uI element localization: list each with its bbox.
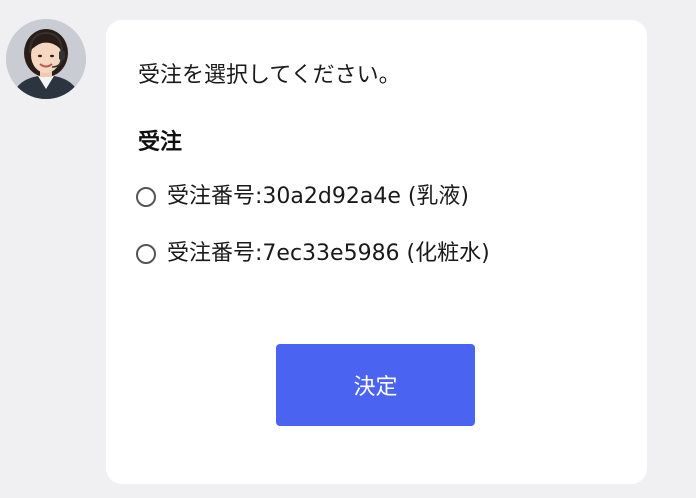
operator-avatar-icon [6,19,86,99]
submit-button[interactable]: 決定 [276,344,475,426]
chat-message-text: 受注を選択してください。 [138,63,401,88]
chat-message-bubble: 受注を選択してください。 受注 受注番号:30a2d92a4e (乳液) 受注番… [106,20,647,484]
orders-section-title: 受注 [138,130,183,155]
order-radio-1[interactable] [136,187,156,207]
order-option-2[interactable]: 受注番号:7ec33e5986 (化粧水) [136,232,490,276]
order-radio-2[interactable] [136,244,156,264]
order-option-label-1: 受注番号:30a2d92a4e (乳液) [167,184,470,209]
operator-avatar [6,19,86,99]
order-option-label-2: 受注番号:7ec33e5986 (化粧水) [167,241,490,266]
order-option-1[interactable]: 受注番号:30a2d92a4e (乳液) [136,175,469,219]
